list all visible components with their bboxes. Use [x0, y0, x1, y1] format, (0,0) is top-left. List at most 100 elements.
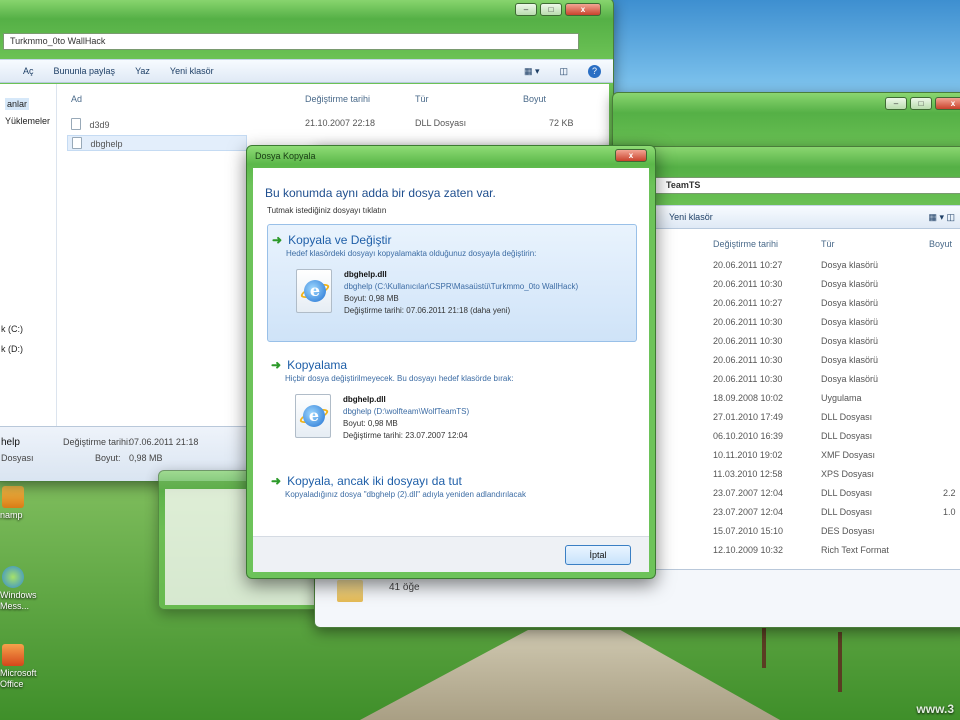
toolbar-new-folder[interactable]: Yeni klasör — [669, 212, 713, 222]
file-type: Dosya klasörü — [821, 336, 879, 346]
file-name: dbghelp.dll — [343, 395, 386, 404]
file-type: Dosya klasörü — [821, 317, 879, 327]
views-icon[interactable]: ▦ ▾ ◫ — [928, 212, 955, 223]
option-copy-and-replace[interactable]: ➜ Kopyala ve Değiştir Hedef klasördeki d… — [267, 224, 637, 342]
file-type: Rich Text Format — [821, 545, 889, 555]
close-button[interactable]: x — [935, 97, 960, 110]
arrow-right-icon: ➜ — [272, 233, 283, 247]
details-size: 0,98 MB — [129, 453, 163, 463]
column-header-size[interactable]: Boyut — [523, 94, 546, 104]
desktop-icon-messenger[interactable]: Windows Mess... — [0, 566, 37, 612]
file-date: 12.10.2009 10:32 — [713, 545, 784, 555]
file-size: 72 KB — [549, 118, 574, 128]
column-header-date[interactable]: Değiştirme tarihi — [305, 94, 370, 104]
dialog-heading: Bu konumda aynı adda bir dosya zaten var… — [265, 186, 496, 200]
file-date: 27.01.2010 17:49 — [713, 412, 784, 422]
minimize-button[interactable]: – — [515, 3, 537, 16]
file-date: 23.07.2007 12:04 — [713, 507, 784, 517]
file-date: 11.03.2010 12:58 — [713, 469, 783, 479]
desktop-fence-post — [762, 628, 766, 668]
option-title: ➜ Kopyalama — [271, 358, 637, 372]
option-desc: Hedef klasördeki dosyayı kopyalamakta ol… — [286, 249, 537, 258]
nav-item-drive-c[interactable]: k (C:) — [1, 324, 23, 334]
toolbar-burn[interactable]: Yaz — [135, 66, 150, 76]
desktop-icon-label: Windows Mess... — [0, 590, 37, 611]
file-row[interactable]: d3d9 21.10.2007 22:18 DLL Dosyası 72 KB — [71, 118, 591, 130]
file-date: 10.11.2010 19:02 — [713, 450, 783, 460]
maximize-button[interactable]: □ — [910, 97, 932, 110]
nav-item-favorites[interactable]: anlar — [5, 98, 30, 110]
file-info-block: e dbghelp.dll dbghelp (D:\wolfteam\WolfT… — [295, 394, 469, 442]
column-header-type[interactable]: Tür — [821, 239, 835, 249]
internet-explorer-icon: e — [296, 269, 332, 313]
file-type: Dosya klasörü — [821, 260, 879, 270]
file-size: 2.2 — [943, 488, 956, 498]
dialog-body: Bu konumda aynı adda bir dosya zaten var… — [253, 168, 649, 572]
dialog-close-button[interactable]: x — [615, 149, 647, 162]
file-type: XPS Dosyası — [821, 469, 875, 479]
file-date: 20.06.2011 10:30 — [713, 336, 783, 346]
column-header-type[interactable]: Tür — [415, 94, 429, 104]
file-type: Uygulama — [821, 393, 862, 403]
file-date: 06.10.2010 16:39 — [713, 431, 784, 441]
internet-explorer-icon: e — [295, 394, 331, 438]
file-date: 20.06.2011 10:30 — [713, 355, 783, 365]
file-info: dbghelp.dll dbghelp (D:\wolfteam\WolfTea… — [343, 394, 469, 442]
messenger-icon — [2, 566, 24, 588]
option-title: ➜ Kopyala, ancak iki dosyayı da tut — [271, 474, 637, 488]
help-icon[interactable]: ? — [588, 64, 601, 78]
details-date: 07.06.2011 21:18 — [129, 437, 199, 447]
file-date: 20.06.2011 10:30 — [713, 317, 783, 327]
file-type: Dosya klasörü — [821, 279, 879, 289]
option-title-text: Kopyalama — [287, 358, 348, 372]
desktop-icon-winamp[interactable]: namp — [0, 486, 36, 521]
toolbar-share[interactable]: Bununla paylaş — [54, 66, 116, 76]
desktop-icon-label: Microsoft Office — [0, 668, 37, 689]
file-info: dbghelp.dll dbghelp (C:\Kullanıcılar\CSP… — [344, 269, 612, 317]
cancel-button[interactable]: İptal — [565, 545, 631, 565]
desktop-road — [360, 630, 780, 720]
office-icon — [2, 644, 24, 666]
details-file-name: help — [1, 437, 20, 448]
nav-item-downloads[interactable]: Yüklemeler — [5, 116, 50, 126]
file-date: 18.09.2008 10:02 — [713, 393, 784, 403]
file-name: dbghelp — [90, 139, 123, 149]
arrow-right-icon: ➜ — [271, 474, 282, 488]
column-header-name[interactable]: Ad — [71, 94, 82, 104]
copy-file-dialog[interactable]: Dosya Kopyala x Bu konumda aynı adda bir… — [246, 145, 656, 579]
preview-pane-icon[interactable]: ◫ — [559, 66, 568, 77]
details-file-type: Dosyası — [1, 453, 34, 463]
file-size: Boyut: 0,98 MB — [343, 419, 398, 428]
maximize-button[interactable]: □ — [540, 3, 562, 16]
views-icon[interactable]: ▦ ▾ — [524, 66, 540, 77]
toolbar-new-folder[interactable]: Yeni klasör — [170, 66, 214, 76]
window-caption-buttons: – □ x — [515, 3, 601, 16]
desktop-icon-office[interactable]: Microsoft Office — [0, 644, 37, 690]
file-name: dbghelp.dll — [344, 270, 387, 279]
file-row-selected[interactable]: dbghelp — [67, 135, 247, 151]
nav-item-drive-d[interactable]: k (D:) — [1, 344, 23, 354]
column-header-size[interactable]: Boyut — [929, 239, 952, 249]
address-bar[interactable]: Turkmmo_0to WallHack — [3, 33, 579, 50]
toolbar-open[interactable]: Aç — [23, 66, 34, 76]
file-type: DLL Dosyası — [821, 431, 873, 441]
desktop-fence-post — [838, 632, 842, 692]
file-name: d3d9 — [89, 120, 110, 130]
option-desc: Hiçbir dosya değiştirilmeyecek. Bu dosya… — [285, 374, 514, 383]
file-path: dbghelp (D:\wolfteam\WolfTeamTS) — [343, 407, 470, 416]
option-title-text: Kopyala ve Değiştir — [288, 233, 392, 247]
option-desc: Kopyaladığınız dosya "dbghelp (2).dll" a… — [285, 490, 526, 499]
window-caption-buttons: – □ x — [885, 97, 960, 110]
close-button[interactable]: x — [565, 3, 601, 16]
option-keep-both[interactable]: ➜ Kopyala, ancak iki dosyayı da tut Kopy… — [267, 472, 637, 506]
option-title-text: Kopyala, ancak iki dosyayı da tut — [287, 474, 462, 488]
file-size: 1.0 — [943, 507, 956, 517]
file-path: dbghelp (C:\Kullanıcılar\CSPR\Masaüstü\T… — [344, 282, 579, 291]
file-type: DLL Dosyası — [821, 488, 873, 498]
watermark: www.3 — [916, 702, 954, 716]
option-title: ➜ Kopyala ve Değiştir — [272, 233, 636, 247]
option-dont-copy[interactable]: ➜ Kopyalama Hiçbir dosya değiştirilmeyec… — [267, 354, 637, 450]
column-header-date[interactable]: Değiştirme tarihi — [713, 239, 778, 249]
minimize-button[interactable]: – — [885, 97, 907, 110]
file-type: XMF Dosyası — [821, 450, 876, 460]
